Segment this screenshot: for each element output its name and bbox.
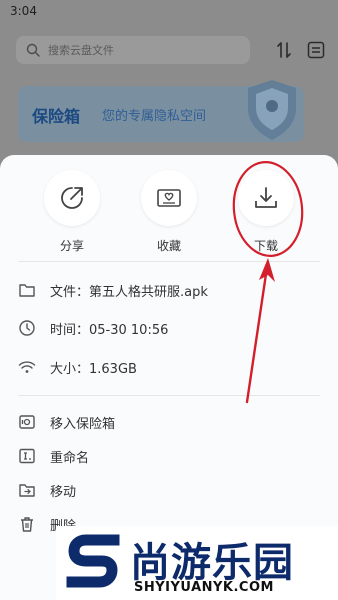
favorite-icon (157, 189, 181, 207)
file-size: 大小：1.63GB (50, 361, 137, 377)
file-size-row: 大小：1.63GB (18, 356, 137, 378)
file-name-row: 文件：第五人格共研服.apk (18, 279, 208, 301)
share-button[interactable]: 分享 (37, 170, 107, 254)
download-label: 下载 (253, 239, 278, 253)
move-to-vault-label: 移入保险箱 (50, 416, 116, 432)
size-icon (18, 361, 36, 373)
favorite-button[interactable]: 收藏 (134, 170, 204, 254)
vault-subtitle: 您的专属隐私空间 (102, 109, 207, 124)
download-icon (255, 187, 277, 208)
search-placeholder: 搜索云盘文件 (48, 44, 114, 57)
move-folder-icon (19, 484, 35, 497)
move-label: 移动 (50, 484, 77, 500)
sort-icon[interactable] (274, 40, 294, 60)
share-icon (61, 187, 83, 209)
file-time: 时间：05-30 10:56 (50, 322, 169, 338)
search-input[interactable]: 搜索云盘文件 (16, 36, 250, 64)
shield-icon (248, 80, 296, 140)
share-label: 分享 (59, 239, 84, 253)
favorite-label: 收藏 (156, 239, 181, 253)
status-time: 3:04 (10, 4, 37, 18)
watermark-logo-icon (66, 534, 120, 588)
file-name: 文件：第五人格共研服.apk (50, 284, 208, 300)
search-icon (26, 43, 40, 57)
rename-button[interactable]: 重命名 (18, 445, 89, 467)
trash-icon (21, 517, 33, 532)
rename-icon (19, 448, 35, 464)
divider (18, 261, 320, 262)
vault-icon (19, 415, 35, 429)
watermark-english: SHYIYUANYK.COM (134, 580, 274, 595)
divider (18, 395, 320, 396)
download-button[interactable]: 下载 (231, 170, 301, 254)
clock-icon (19, 320, 35, 336)
watermark: 尚游乐园 SHYIYUANYK.COM (56, 526, 338, 600)
vault-title: 保险箱 (32, 107, 81, 126)
file-time-row: 时间：05-30 10:56 (18, 317, 168, 339)
move-button[interactable]: 移动 (18, 479, 76, 501)
folder-icon (19, 284, 35, 297)
filter-icon[interactable] (306, 40, 326, 60)
move-to-vault-button[interactable]: 移入保险箱 (18, 411, 115, 433)
rename-label: 重命名 (50, 450, 90, 466)
